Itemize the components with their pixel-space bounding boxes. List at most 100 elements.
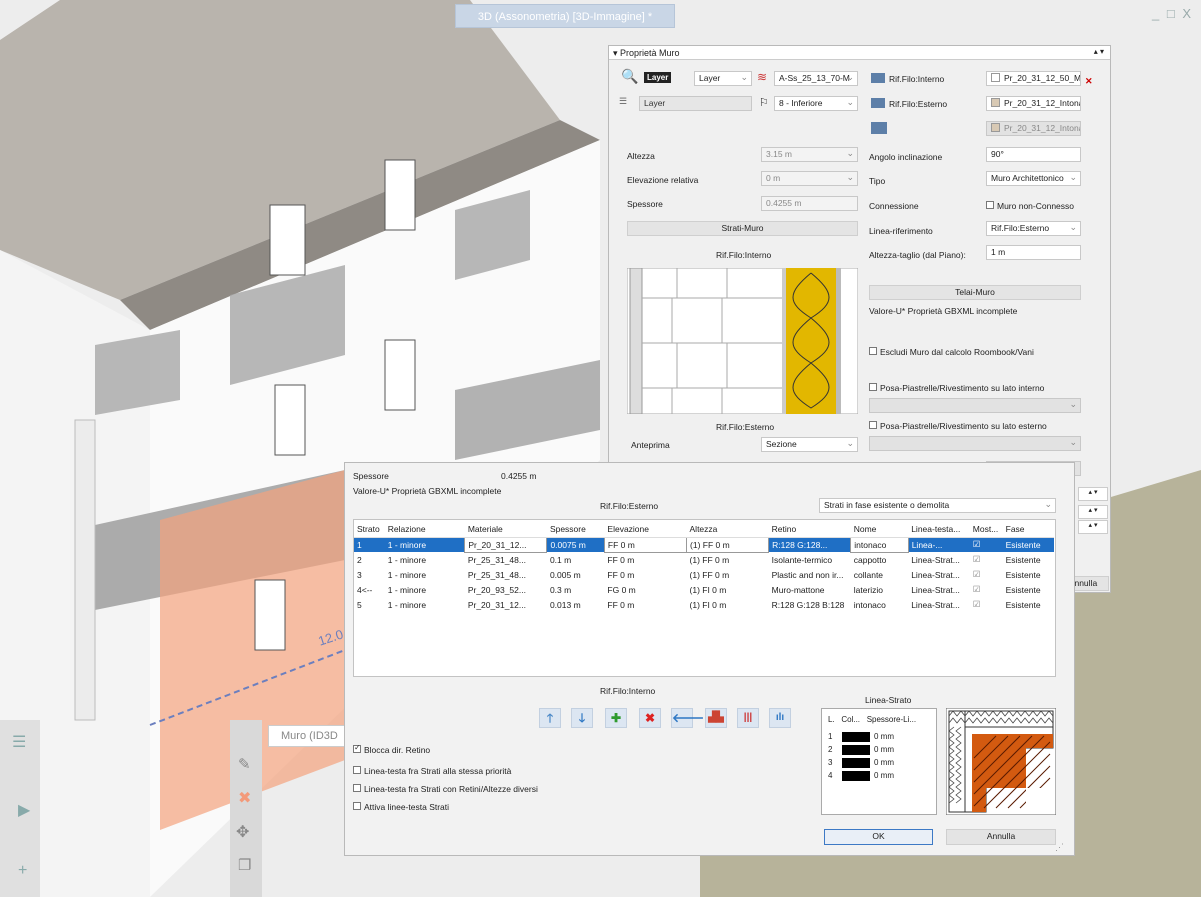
cell-mat[interactable]: Pr_20_31_12... [464, 536, 548, 553]
delete-icon[interactable]: ✖ [238, 788, 251, 808]
cell-fase[interactable]: Esistente [1003, 597, 1054, 612]
strati-muro-button[interactable]: Strati-Muro [627, 221, 858, 236]
posa-esterno-select[interactable] [869, 436, 1081, 451]
column-header[interactable]: Materiale [464, 522, 547, 538]
opt1-checkbox[interactable] [353, 766, 361, 774]
column-header[interactable]: Nome [850, 522, 909, 538]
cell-strato[interactable]: 1 [354, 537, 385, 552]
linea-rif-select[interactable]: Rif.Filo:Esterno [986, 221, 1081, 236]
cell-nome[interactable]: intonaco [851, 597, 908, 612]
column-header[interactable]: Fase [1002, 522, 1054, 538]
layer-select[interactable]: Layer [694, 71, 752, 86]
cell-strato[interactable]: 3 [354, 567, 385, 582]
cell-linea[interactable]: Linea-Strat... [908, 582, 970, 597]
cell-alt[interactable]: (1) FF 0 m [686, 536, 770, 553]
blocca-checkbox[interactable] [353, 743, 361, 753]
cell-sp[interactable]: 0.013 m [547, 597, 604, 612]
column-header[interactable]: Elevazione [604, 522, 687, 538]
cell-strato[interactable]: 2 [354, 552, 385, 567]
cell-alt[interactable]: (1) FF 0 m [687, 567, 769, 582]
cell-ret[interactable]: Isolante-termico [769, 552, 851, 567]
cell-strato[interactable]: 4<-- [354, 582, 385, 597]
show-checkbox[interactable]: ☑ [970, 582, 1003, 597]
elevazione-field[interactable]: 0 m [761, 171, 858, 186]
cell-nome[interactable]: collante [851, 567, 908, 582]
altezza-taglio-field[interactable]: 1 m [986, 245, 1081, 260]
chart-button[interactable]: ▟▙ [705, 708, 727, 728]
ls-color-swatch[interactable] [842, 732, 870, 742]
column-header[interactable]: Altezza [686, 522, 769, 538]
column-header[interactable]: Spessore [546, 522, 605, 538]
cell-alt[interactable]: (1) FI 0 m [687, 582, 769, 597]
show-checkbox[interactable]: ☑ [970, 567, 1003, 582]
ls-color-swatch[interactable] [842, 758, 870, 768]
plus-icon[interactable]: + [18, 862, 27, 880]
collapse-icon[interactable]: ▴ ▾ [1078, 520, 1108, 534]
cell-elev[interactable]: FF 0 m [603, 536, 688, 553]
posa-esterno-checkbox[interactable] [869, 421, 877, 429]
opt3-checkbox[interactable] [353, 802, 361, 810]
show-checkbox[interactable]: ☑ [970, 552, 1003, 567]
cell-elev[interactable]: FG 0 m [604, 582, 686, 597]
rif-esterno-material[interactable]: Pr_20_31_12_Intona [986, 96, 1081, 111]
ls-row[interactable]: 1 0 mm [826, 731, 926, 744]
cell-nome[interactable]: laterizio [851, 582, 908, 597]
column-header[interactable]: Linea-testa... [908, 522, 970, 538]
anteprima-select[interactable]: Sezione [761, 437, 858, 452]
collapse-icon[interactable]: ▴ ▾ [1078, 487, 1108, 501]
cell-ret[interactable]: Muro-mattone [769, 582, 851, 597]
cell-alt[interactable]: (1) FF 0 m [687, 552, 769, 567]
collapse-icon[interactable]: ▴ ▾ [1078, 505, 1108, 519]
cell-elev[interactable]: FF 0 m [604, 597, 686, 612]
ok-button[interactable]: OK [824, 829, 933, 845]
cell-sp[interactable]: 0.3 m [547, 582, 604, 597]
altezza-field[interactable]: 3.15 m [761, 147, 858, 162]
table-row[interactable]: 4<-- 1 - minore Pr_20_93_52... 0.3 m FG 0 m(… [354, 582, 1054, 597]
escludi-checkbox[interactable] [869, 347, 877, 355]
cell-nome[interactable]: intonaco [850, 536, 909, 553]
cell-elev[interactable]: FF 0 m [604, 552, 686, 567]
column-header[interactable]: Most... [969, 522, 1003, 538]
cell-fase[interactable]: Esistente [1003, 552, 1054, 567]
cell-sp[interactable]: 0.1 m [547, 552, 604, 567]
posa-interno-select[interactable] [869, 398, 1081, 413]
cell-linea[interactable]: Linea-Strat... [908, 597, 970, 612]
cell-mat[interactable]: Pr_25_31_48... [465, 552, 547, 567]
cancel-button[interactable]: Annulla [946, 829, 1056, 845]
column-header[interactable]: Strato [354, 522, 385, 538]
cell-linea[interactable]: Linea-Strat... [908, 567, 970, 582]
cell-rel[interactable]: 1 - minore [385, 582, 465, 597]
ls-color-swatch[interactable] [842, 771, 870, 781]
add-layer-button[interactable]: ✚ [605, 708, 627, 728]
ls-row[interactable]: 3 0 mm [826, 757, 926, 770]
play-icon[interactable]: ▶ [18, 800, 30, 820]
telai-muro-button[interactable]: Telai-Muro [869, 285, 1081, 300]
cell-rel[interactable]: 1 - minore [385, 597, 465, 612]
table-row[interactable]: 21 - minore Pr_25_31_48... 0.1 m FF 0 m (1) … [354, 552, 1054, 567]
cell-alt[interactable]: (1) FI 0 m [687, 597, 769, 612]
table-row[interactable]: 11 - minore Pr_20_31_12... 0.0075 m FF 0 m(… [354, 536, 1054, 553]
cell-elev[interactable]: FF 0 m [604, 567, 686, 582]
cell-strato[interactable]: 5 [354, 597, 385, 612]
resize-grip-icon[interactable]: ⋰ [1055, 842, 1064, 853]
material-select[interactable]: A-Ss_25_13_70-M [774, 71, 858, 86]
cell-ret[interactable]: R:128 G:128 B:128 [769, 597, 851, 612]
cell-ret[interactable]: R:128 G:128... [768, 537, 851, 552]
posa-interno-checkbox[interactable] [869, 383, 877, 391]
table-row[interactable]: 51 - minore Pr_20_31_12... 0.013 m FF 0 m (1… [354, 597, 1054, 612]
layer-field[interactable]: Layer [639, 96, 752, 111]
move-down-button[interactable]: 🡓 [571, 708, 593, 728]
angolo-field[interactable]: 90° [986, 147, 1081, 162]
ls-color-swatch[interactable] [842, 745, 870, 755]
table-row[interactable]: 31 - minore Pr_25_31_48... 0.005 m FF 0 m (1… [354, 567, 1054, 582]
delete-layer-button[interactable]: ✖ [639, 708, 661, 728]
cell-linea[interactable]: Linea-... [908, 537, 970, 552]
list-icon[interactable]: ☰ [12, 732, 26, 752]
swap-icon[interactable]: ✕ [1085, 76, 1093, 87]
cell-linea[interactable]: Linea-Strat... [908, 552, 970, 567]
column-header[interactable]: Relazione [384, 522, 465, 538]
cell-rel[interactable]: 1 - minore [385, 567, 465, 582]
cell-mat[interactable]: Pr_25_31_48... [465, 567, 547, 582]
cell-rel[interactable]: 1 - minore [384, 537, 465, 552]
ls-row[interactable]: 2 0 mm [826, 744, 926, 757]
